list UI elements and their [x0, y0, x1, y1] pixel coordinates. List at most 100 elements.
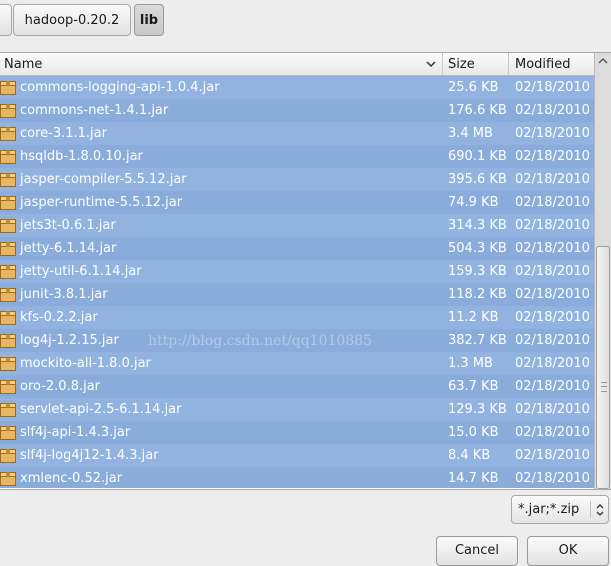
package-icon	[0, 357, 16, 371]
scroll-up-button[interactable]	[595, 54, 611, 68]
updown-arrows-icon	[596, 504, 604, 516]
file-row[interactable]: core-3.1.1.jar 3.4 MB 02/18/2010	[0, 122, 594, 145]
file-name: mockito-all-1.8.0.jar	[20, 356, 151, 371]
file-modified: 02/18/2010	[515, 172, 590, 187]
file-row[interactable]: jetty-util-6.1.14.jar 159.3 KB 02/18/2010	[0, 260, 594, 283]
package-icon	[0, 242, 16, 256]
file-row[interactable]: jasper-runtime-5.5.12.jar 74.9 KB 02/18/20…	[0, 191, 594, 214]
file-row[interactable]: kfs-0.2.2.jar 11.2 KB 02/18/2010	[0, 306, 594, 329]
package-icon	[0, 104, 16, 118]
file-modified: 02/18/2010	[515, 149, 590, 164]
file-row[interactable]: mockito-all-1.8.0.jar 1.3 MB 02/18/2010	[0, 352, 594, 375]
package-icon	[0, 196, 16, 210]
file-row[interactable]: commons-net-1.4.1.jar 176.6 KB 02/18/2010	[0, 99, 594, 122]
file-name: kfs-0.2.2.jar	[20, 310, 98, 325]
path-button-lib[interactable]: lib	[134, 4, 164, 36]
file-modified: 02/18/2010	[515, 195, 590, 210]
column-header-size[interactable]: Size	[444, 53, 509, 75]
file-size: 504.3 KB	[448, 241, 507, 256]
file-modified: 02/18/2010	[515, 425, 590, 440]
scrollbar-grip-icon	[601, 382, 607, 392]
file-size: 25.6 KB	[448, 80, 499, 95]
file-name: jasper-compiler-5.5.12.jar	[20, 172, 187, 187]
file-modified: 02/18/2010	[515, 126, 590, 141]
file-name: jetty-6.1.14.jar	[20, 241, 117, 256]
path-button-parent[interactable]	[0, 4, 12, 36]
file-modified: 02/18/2010	[515, 448, 590, 463]
file-row[interactable]: slf4j-log4j12-1.4.3.jar 8.4 KB 02/18/2010	[0, 444, 594, 467]
file-row[interactable]: commons-logging-api-1.0.4.jar 25.6 KB 02/1…	[0, 76, 594, 99]
file-name: commons-net-1.4.1.jar	[20, 103, 169, 118]
package-icon	[0, 173, 16, 187]
ok-button-label: OK	[558, 543, 578, 558]
file-modified: 02/18/2010	[515, 80, 590, 95]
file-size: 8.4 KB	[448, 448, 491, 463]
file-name: hsqldb-1.8.0.10.jar	[20, 149, 143, 164]
file-type-filter[interactable]: *.jar;*.zip	[511, 495, 609, 524]
file-modified: 02/18/2010	[515, 402, 590, 417]
package-icon	[0, 403, 16, 417]
file-row[interactable]: xmlenc-0.52.jar 14.7 KB 02/18/2010	[0, 467, 594, 488]
file-size: 63.7 KB	[448, 379, 499, 394]
package-icon	[0, 81, 16, 95]
file-size: 1.3 MB	[448, 356, 493, 371]
cancel-button[interactable]: Cancel	[436, 536, 518, 566]
file-row[interactable]: slf4j-api-1.4.3.jar 15.0 KB 02/18/2010	[0, 421, 594, 444]
column-header-modified[interactable]: Modified	[510, 53, 594, 75]
file-row[interactable]: jasper-compiler-5.5.12.jar 395.6 KB 02/18/…	[0, 168, 594, 191]
file-name: jasper-runtime-5.5.12.jar	[20, 195, 183, 210]
file-list: Name Size Modified commons-logging-api-1…	[0, 52, 611, 490]
file-size: 15.0 KB	[448, 425, 499, 440]
path-button-lib-label: lib	[139, 12, 159, 28]
package-icon	[0, 150, 16, 164]
cancel-button-label: Cancel	[454, 543, 500, 558]
column-header-name[interactable]: Name	[0, 53, 443, 75]
path-button-hadoop[interactable]: hadoop-0.20.2	[13, 4, 131, 36]
file-size: 3.4 MB	[448, 126, 493, 141]
file-name: core-3.1.1.jar	[20, 126, 107, 141]
chevron-up-icon	[598, 58, 608, 64]
file-name: log4j-1.2.15.jar	[20, 333, 119, 348]
file-name: junit-3.8.1.jar	[20, 287, 108, 302]
file-name: commons-logging-api-1.0.4.jar	[20, 80, 220, 95]
file-size: 395.6 KB	[448, 172, 507, 187]
column-header-modified-label: Modified	[515, 56, 571, 72]
file-row[interactable]: oro-2.0.8.jar 63.7 KB 02/18/2010	[0, 375, 594, 398]
filter-separator	[590, 501, 591, 518]
file-modified: 02/18/2010	[515, 287, 590, 302]
path-bar: hadoop-0.20.2 lib	[0, 4, 611, 38]
package-icon	[0, 219, 16, 233]
file-size: 14.7 KB	[448, 471, 499, 486]
sort-descending-icon[interactable]	[424, 57, 438, 71]
scrollbar-thumb[interactable]	[596, 246, 610, 489]
package-icon	[0, 288, 16, 302]
package-icon	[0, 449, 16, 463]
file-size: 129.3 KB	[448, 402, 507, 417]
file-modified: 02/18/2010	[515, 103, 590, 118]
column-header-name-label: Name	[4, 56, 43, 72]
file-modified: 02/18/2010	[515, 379, 590, 394]
file-modified: 02/18/2010	[515, 310, 590, 325]
file-name: slf4j-log4j12-1.4.3.jar	[20, 448, 159, 463]
file-size: 382.7 KB	[448, 333, 507, 348]
file-row[interactable]: junit-3.8.1.jar 118.2 KB 02/18/2010	[0, 283, 594, 306]
vertical-scrollbar[interactable]	[594, 53, 611, 489]
file-row[interactable]: hsqldb-1.8.0.10.jar 690.1 KB 02/18/2010	[0, 145, 594, 168]
file-name: jetty-util-6.1.14.jar	[20, 264, 142, 279]
file-modified: 02/18/2010	[515, 356, 590, 371]
file-rows: commons-logging-api-1.0.4.jar 25.6 KB 02/1…	[0, 76, 594, 488]
file-modified: 02/18/2010	[515, 241, 590, 256]
file-type-filter-value: *.jar;*.zip	[518, 502, 580, 517]
file-row[interactable]: jets3t-0.6.1.jar 314.3 KB 02/18/2010	[0, 214, 594, 237]
file-size: 159.3 KB	[448, 264, 507, 279]
file-row[interactable]: servlet-api-2.5-6.1.14.jar 129.3 KB 02/18/…	[0, 398, 594, 421]
file-name: servlet-api-2.5-6.1.14.jar	[20, 402, 182, 417]
file-name: slf4j-api-1.4.3.jar	[20, 425, 131, 440]
file-row[interactable]: log4j-1.2.15.jar 382.7 KB 02/18/2010	[0, 329, 594, 352]
file-list-header: Name Size Modified	[0, 53, 594, 76]
file-row[interactable]: jetty-6.1.14.jar 504.3 KB 02/18/2010	[0, 237, 594, 260]
ok-button[interactable]: OK	[527, 536, 609, 566]
package-icon	[0, 127, 16, 141]
package-icon	[0, 265, 16, 279]
file-name: jets3t-0.6.1.jar	[20, 218, 116, 233]
